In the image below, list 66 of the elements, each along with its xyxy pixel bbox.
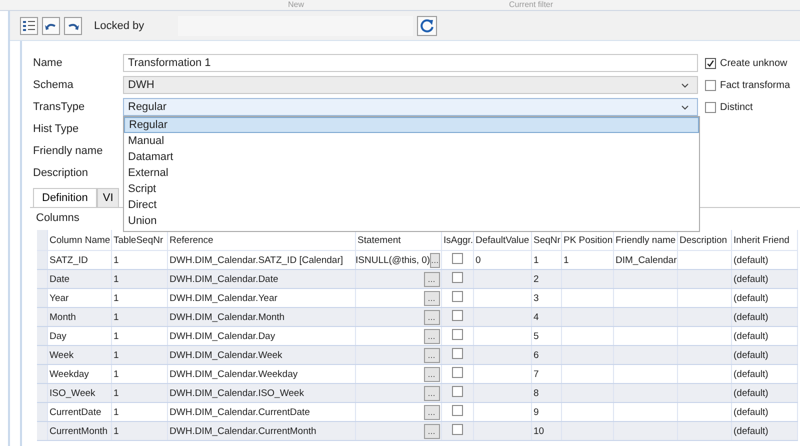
table-cell: DWH.DIM_Calendar.CurrentMonth [170,426,316,436]
table-cell: Date [50,274,70,284]
table-cell: 1 [114,388,119,398]
column-header: Current filter [509,0,554,10]
field-label: Description [32,167,90,179]
table-cell: 1 [114,350,119,360]
locked-by-label: Locked by [94,20,146,32]
table-cell: 1 [114,254,119,266]
table-cell: 10 [534,426,544,436]
table-cell: 6 [534,350,539,360]
table-cell: DWH.DIM_Calendar.CurrentDate [170,406,310,418]
table-cell: CurrentMonth [50,426,108,436]
table-cell: CurrentDate [50,406,102,418]
field-label: Name [32,57,64,69]
table-cell: (default) [734,254,768,266]
table-cell: DWH.DIM_Calendar.Week [170,350,282,360]
table-cell: 8 [534,388,539,398]
table-cell: DWH.DIM_Calendar.ISO_Week [170,388,304,398]
table-cell: (default) [734,330,768,342]
table-cell: ISNULL(@this, 0) [356,254,430,266]
table-cell: 1 [114,426,119,436]
table-cell: (default) [734,426,768,436]
table-cell: 1 [114,292,119,304]
field-label: Friendly name [32,145,104,157]
table-cell: 0 [476,254,481,266]
table-cell: (default) [734,350,768,360]
table-cell: Month [50,312,76,322]
table-cell: DWH.DIM_Calendar.Month [170,312,285,322]
table-cell: DWH.DIM_Calendar.Weekday [170,368,298,380]
table-cell: 1 [114,274,119,284]
table-cell: 1 [534,254,539,266]
column-header: New [288,0,304,10]
table-cell: 3 [534,292,539,304]
table-cell: 1 [114,330,119,342]
checkbox-label: Distinct [720,102,753,112]
table-cell: 4 [534,312,539,322]
field-label: Hist Type [32,123,80,135]
table-cell: 2 [534,274,539,284]
table-cell: 1 [564,254,569,266]
table-cell: (default) [734,312,768,322]
table-cell: SATZ_ID [50,254,88,266]
table-cell: Weekday [50,368,89,380]
table-cell: (default) [734,368,768,380]
checkbox-label: Create unknow [720,58,788,68]
field-label: Schema [32,79,74,91]
table-cell: (default) [734,292,768,304]
table-cell: ISO_Week [50,388,96,398]
table-cell: 1 [114,312,119,322]
table-cell: 1 [114,368,119,380]
table-cell: 9 [534,406,539,418]
table-cell: 7 [534,368,539,380]
table-cell: (default) [734,406,768,418]
table-cell: DWH.DIM_Calendar.SATZ_ID [Calendar] [170,254,344,266]
table-cell: Day [50,330,66,342]
table-cell: Year [50,292,69,304]
table-cell: (default) [734,388,768,398]
checkbox-label: Fact transforma [720,80,790,90]
table-cell: DWH.DIM_Calendar.Date [170,274,278,284]
table-cell: Week [50,350,74,360]
field-label: TransType [32,101,86,113]
table-cell: DWH.DIM_Calendar.Year [170,292,278,304]
columns-label: Columns [36,211,80,226]
table-cell: 1 [114,406,119,418]
table-cell: (default) [734,274,768,284]
table-cell: DWH.DIM_Calendar.Day [170,330,276,342]
table-cell: 5 [534,330,539,342]
